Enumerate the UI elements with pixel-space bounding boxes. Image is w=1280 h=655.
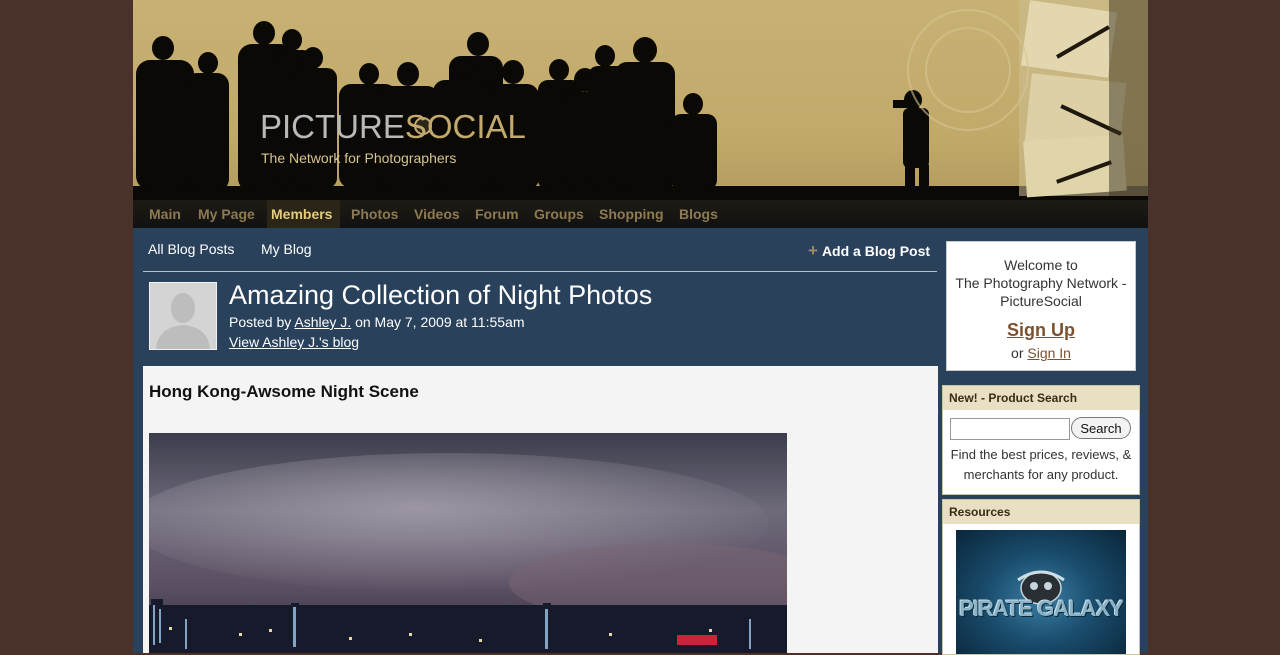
nav-item-main[interactable]: Main: [149, 206, 181, 222]
post-header: Amazing Collection of Night Photos Poste…: [133, 272, 941, 366]
product-search-button[interactable]: Search: [1071, 417, 1131, 439]
night-skyline-photo[interactable]: [149, 433, 787, 653]
skull-icon: [1017, 570, 1065, 605]
post-heading: Hong Kong-Awsome Night Scene: [149, 382, 419, 401]
product-search-header: New! - Product Search: [943, 386, 1139, 410]
nav-item-blogs[interactable]: Blogs: [679, 206, 718, 222]
welcome-line1: Welcome to: [1004, 257, 1078, 273]
nav-item-videos[interactable]: Videos: [414, 206, 460, 222]
add-blog-post-link[interactable]: + Add a Blog Post: [808, 241, 930, 261]
view-author-blog-link[interactable]: View Ashley J.'s blog: [229, 334, 359, 350]
welcome-box: Welcome to The Photography Network - Pic…: [946, 241, 1136, 371]
site-tagline: The Network for Photographers: [261, 150, 457, 166]
welcome-line2: The Photography Network -: [955, 275, 1127, 291]
post-date: on May 7, 2009 at 11:55am: [351, 314, 525, 330]
ad-title: PIRATE GALAXY: [959, 596, 1124, 621]
sign-up-link[interactable]: Sign Up: [1007, 320, 1075, 341]
logo-text-part1: PICTURE: [260, 108, 405, 145]
or-text: or: [1011, 345, 1028, 361]
default-avatar-icon: [150, 283, 216, 349]
add-blog-post-label: Add a Blog Post: [821, 243, 931, 259]
welcome-line3: PictureSocial: [1000, 293, 1082, 309]
site-logo[interactable]: PICTURESOCIAL: [260, 108, 526, 146]
sign-in-line: or Sign In: [947, 345, 1135, 361]
author-avatar[interactable]: [149, 282, 217, 350]
nav-item-forum[interactable]: Forum: [475, 206, 519, 222]
blog-subnav: All Blog Posts My Blog + Add a Blog Post: [133, 229, 941, 271]
nav-item-photos[interactable]: Photos: [351, 206, 398, 222]
author-link[interactable]: Ashley J.: [294, 314, 351, 330]
welcome-text: Welcome to The Photography Network - Pic…: [947, 256, 1135, 310]
nav-item-groups[interactable]: Groups: [534, 206, 584, 222]
logo-text-part2: SOCIAL: [404, 108, 526, 145]
resources-header: Resources: [943, 500, 1139, 524]
page-container: PICTURESOCIAL The Network for Photograph…: [133, 0, 1148, 655]
plus-icon: +: [808, 241, 818, 260]
nav-item-my-page[interactable]: My Page: [198, 206, 255, 222]
post-content: Hong Kong-Awsome Night Scene: [143, 366, 938, 653]
my-blog-link[interactable]: My Blog: [261, 241, 312, 257]
product-search-box: New! - Product Search Search Find the be…: [942, 385, 1140, 495]
resources-box: Resources PIRATE GALAXY: [942, 499, 1140, 655]
sign-in-link[interactable]: Sign In: [1027, 345, 1071, 361]
posted-by-prefix: Posted by: [229, 314, 295, 330]
nav-item-members[interactable]: Members: [271, 206, 332, 222]
all-blog-posts-link[interactable]: All Blog Posts: [148, 241, 234, 257]
main-nav: Main My Page Members Photos Videos Forum…: [133, 200, 1148, 228]
product-search-description: Find the best prices, reviews, & merchan…: [950, 447, 1132, 482]
post-title: Amazing Collection of Night Photos: [229, 280, 653, 310]
product-search-input[interactable]: [950, 418, 1070, 440]
site-header: PICTURESOCIAL The Network for Photograph…: [133, 0, 1148, 228]
post-meta: Posted by Ashley J. on May 7, 2009 at 11…: [229, 314, 525, 330]
nav-item-shopping[interactable]: Shopping: [599, 206, 664, 222]
pirate-galaxy-ad[interactable]: PIRATE GALAXY: [956, 530, 1126, 654]
